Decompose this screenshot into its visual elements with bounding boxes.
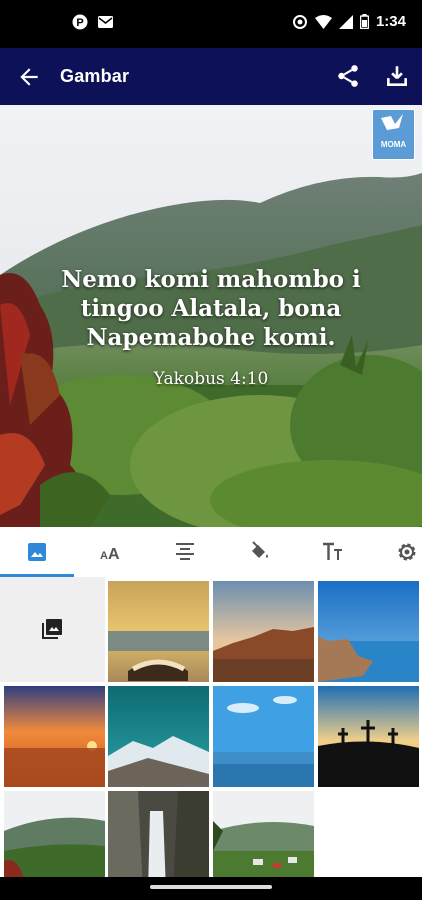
moma-logo: MOMA	[372, 109, 415, 160]
back-arrow-icon[interactable]	[16, 64, 42, 90]
gear-icon	[398, 543, 416, 561]
svg-text:P: P	[76, 17, 83, 29]
background-thumb-blue-sea[interactable]	[318, 581, 419, 682]
eye-data-saver-icon	[292, 14, 307, 29]
photo-library-icon	[42, 619, 62, 639]
svg-text:A: A	[100, 550, 108, 562]
paint-bucket-icon	[252, 541, 268, 558]
svg-text:A: A	[108, 546, 120, 563]
tab-settings[interactable]	[370, 527, 422, 577]
background-thumb-snowy-mountains[interactable]	[108, 686, 209, 787]
background-thumb-three-crosses[interactable]	[318, 686, 419, 787]
download-icon[interactable]	[384, 63, 410, 89]
verse-text: Nemo komi mahombo i tingoo Alatala, bona…	[61, 266, 361, 351]
tab-background-image[interactable]	[0, 527, 74, 577]
battery-icon	[359, 14, 369, 29]
signal-icon	[338, 14, 353, 29]
image-icon	[28, 543, 46, 561]
editor-tabs: AA	[0, 527, 422, 577]
verse-image-preview: MOMA Nemo komi mahombo i tingoo Alatala,…	[0, 105, 422, 527]
background-thumb-orange-sunset[interactable]	[4, 686, 105, 787]
background-thumb-blue-sky-sea[interactable]	[213, 686, 314, 787]
font-icon: AA	[100, 546, 120, 563]
background-thumb-book-lake[interactable]	[108, 581, 209, 682]
home-gesture-pill[interactable]	[150, 885, 272, 889]
system-navigation-bar	[0, 877, 422, 900]
logo-text: MOMA	[380, 140, 407, 149]
background-thumb-coastal-rocks[interactable]	[213, 581, 314, 682]
tab-align[interactable]	[148, 527, 222, 577]
share-icon[interactable]	[335, 63, 361, 89]
tab-color[interactable]	[222, 527, 296, 577]
page-title: Gambar	[60, 66, 130, 86]
verse-reference: Yakobus 4:10	[153, 369, 269, 389]
p-app-icon: P	[72, 14, 88, 30]
status-bar: P 1:34	[0, 0, 422, 48]
tab-font[interactable]: AA	[74, 527, 148, 577]
mail-icon	[98, 16, 113, 28]
bird-logo-icon	[381, 114, 403, 130]
align-center-icon	[176, 543, 194, 560]
pick-from-gallery-button[interactable]	[0, 577, 105, 682]
app-bar: Gambar	[0, 48, 422, 105]
status-time: 1:34	[375, 13, 406, 30]
text-size-icon	[323, 542, 342, 560]
background-image-grid	[0, 577, 422, 892]
wifi-icon	[314, 14, 332, 29]
tab-text-size[interactable]	[296, 527, 370, 577]
